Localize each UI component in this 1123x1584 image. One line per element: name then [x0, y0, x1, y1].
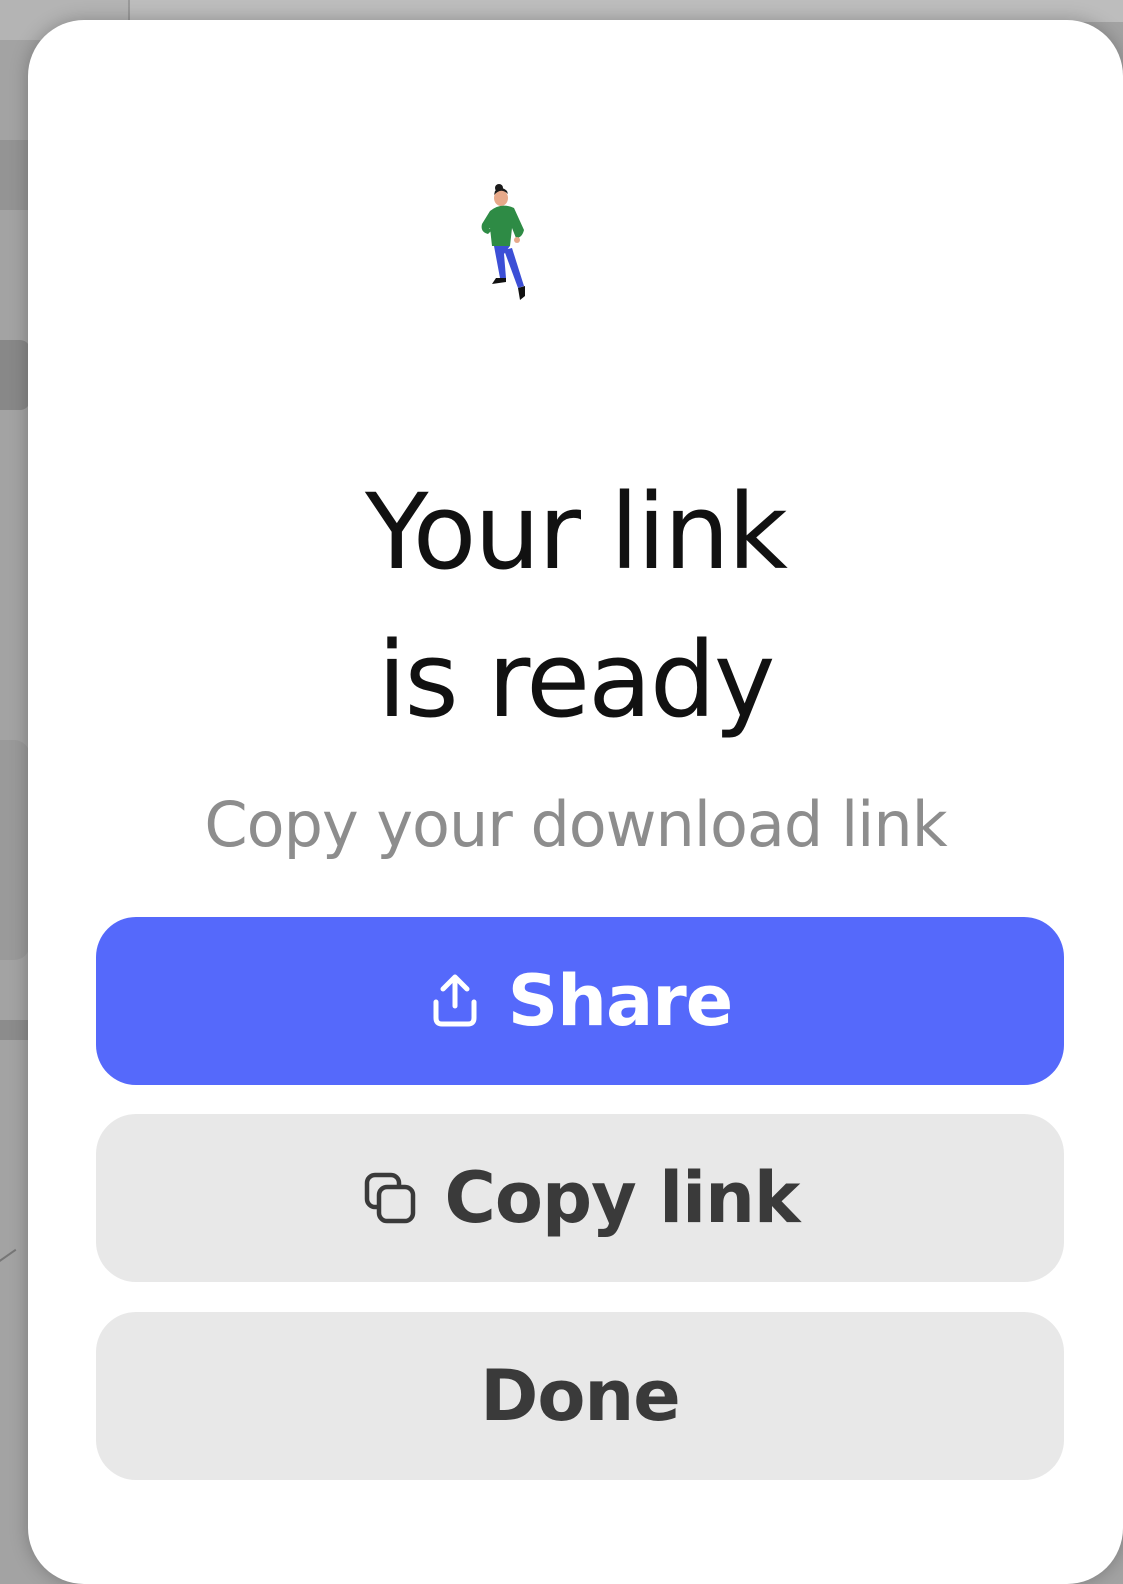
background-toolbar	[130, 0, 1123, 22]
share-label: Share	[507, 960, 733, 1042]
share-upload-icon	[428, 972, 482, 1030]
title-line-2: is ready	[377, 619, 776, 741]
background-panel	[0, 1020, 30, 1040]
background-panel	[0, 340, 30, 410]
background-panel	[0, 140, 30, 210]
person-walking-illustration	[468, 178, 538, 308]
copy-link-label: Copy link	[444, 1157, 801, 1239]
background-panel	[0, 740, 30, 960]
title-line-1: Your link	[364, 471, 788, 593]
done-label: Done	[480, 1355, 681, 1437]
dialog-title: Your link is ready	[28, 458, 1123, 754]
background-checkmark	[0, 1232, 17, 1262]
share-button[interactable]: Share	[96, 917, 1064, 1085]
dialog-subtitle: Copy your download link	[204, 788, 947, 861]
copy-link-button[interactable]: Copy link	[96, 1114, 1064, 1282]
link-ready-dialog: Your link is ready Copy your download li…	[28, 20, 1123, 1584]
copy-icon	[361, 1169, 419, 1227]
done-button[interactable]: Done	[96, 1312, 1064, 1480]
